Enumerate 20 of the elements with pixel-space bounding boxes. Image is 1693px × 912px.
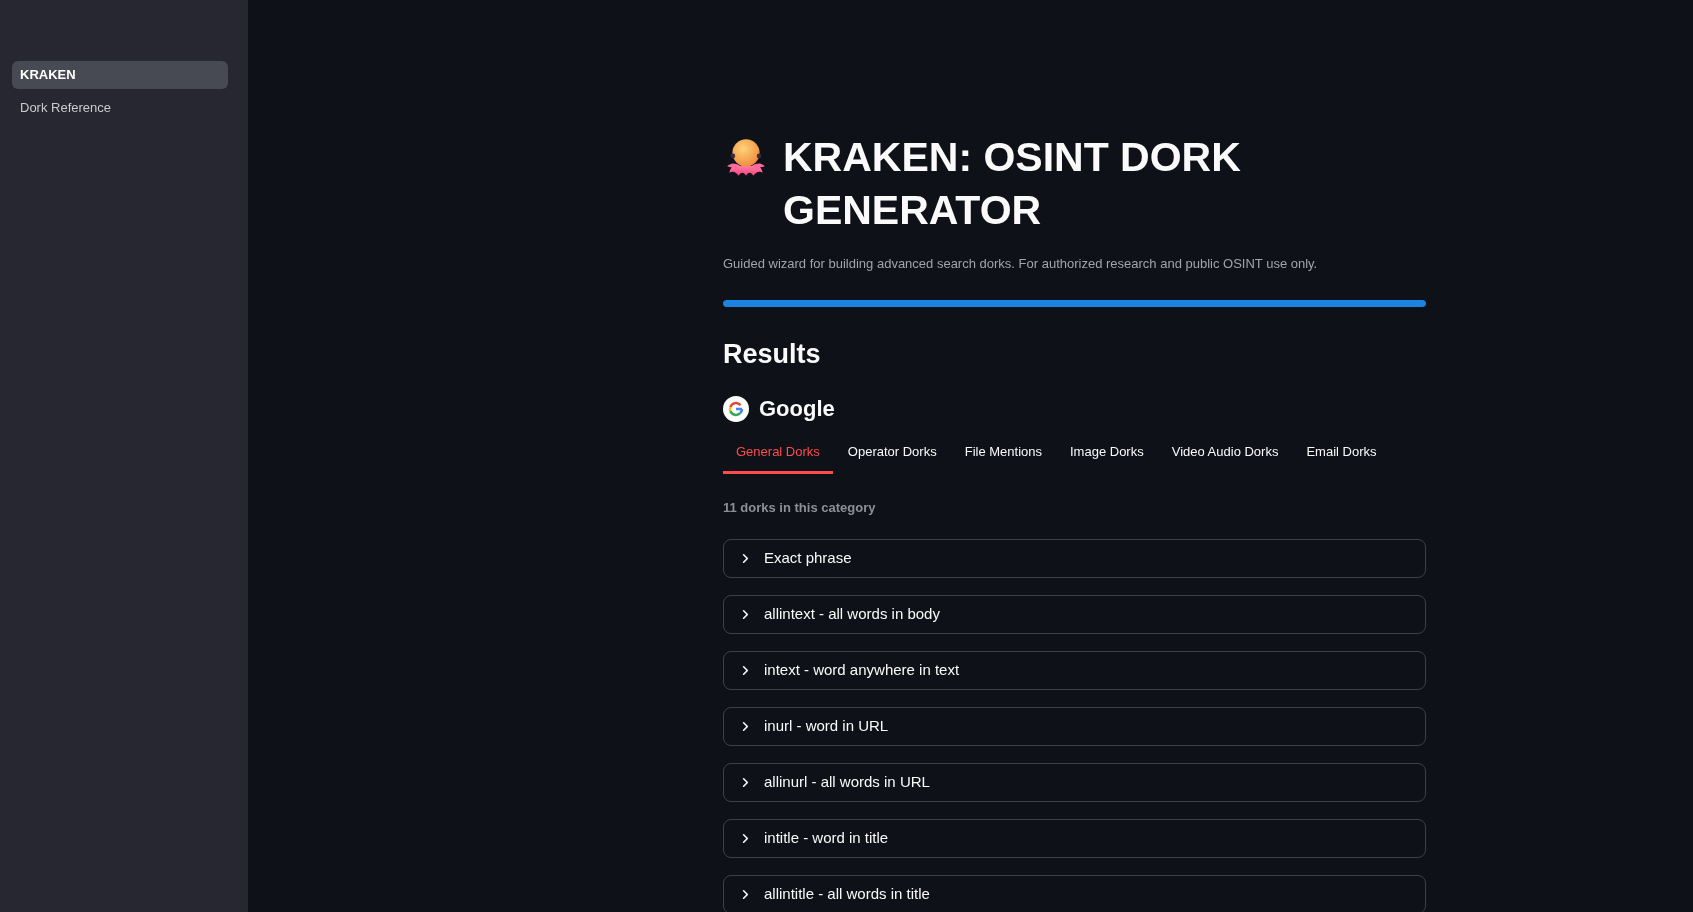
dork-expander[interactable]: allintext - all words in body (723, 595, 1426, 634)
dork-expander[interactable]: intext - word anywhere in text (723, 651, 1426, 690)
page-subtitle: Guided wizard for building advanced search dorks. For authorized research and public OSINT use only. (723, 255, 1319, 273)
page-title: KRAKEN: OSINT DORK GENERATOR (783, 133, 1242, 235)
category-tab[interactable]: Image Dorks (1057, 432, 1157, 474)
dork-expander[interactable]: inurl - word in URL (723, 707, 1426, 746)
category-tab[interactable]: Email Dorks (1293, 432, 1390, 474)
dork-expander[interactable]: Exact phrase (723, 539, 1426, 578)
sidebar-nav-item[interactable]: KRAKEN (12, 61, 228, 89)
section-heading: Results (723, 338, 822, 371)
category-tab[interactable]: General Dorks (723, 432, 833, 474)
category-tab[interactable]: Operator Dorks (834, 432, 950, 474)
dork-expander[interactable]: allinurl - all words in URL (723, 763, 1426, 802)
dork-count-text: 11 dorks in this category (723, 499, 877, 517)
engine-heading: Google (759, 395, 835, 423)
dork-expander[interactable]: intitle - word in title (723, 819, 1426, 858)
category-tab[interactable]: File Mentions (951, 432, 1055, 474)
sidebar-nav-item[interactable]: Dork Reference (12, 94, 228, 122)
category-tab[interactable]: Video Audio Dorks (1158, 432, 1292, 474)
google-g-icon (723, 396, 749, 422)
